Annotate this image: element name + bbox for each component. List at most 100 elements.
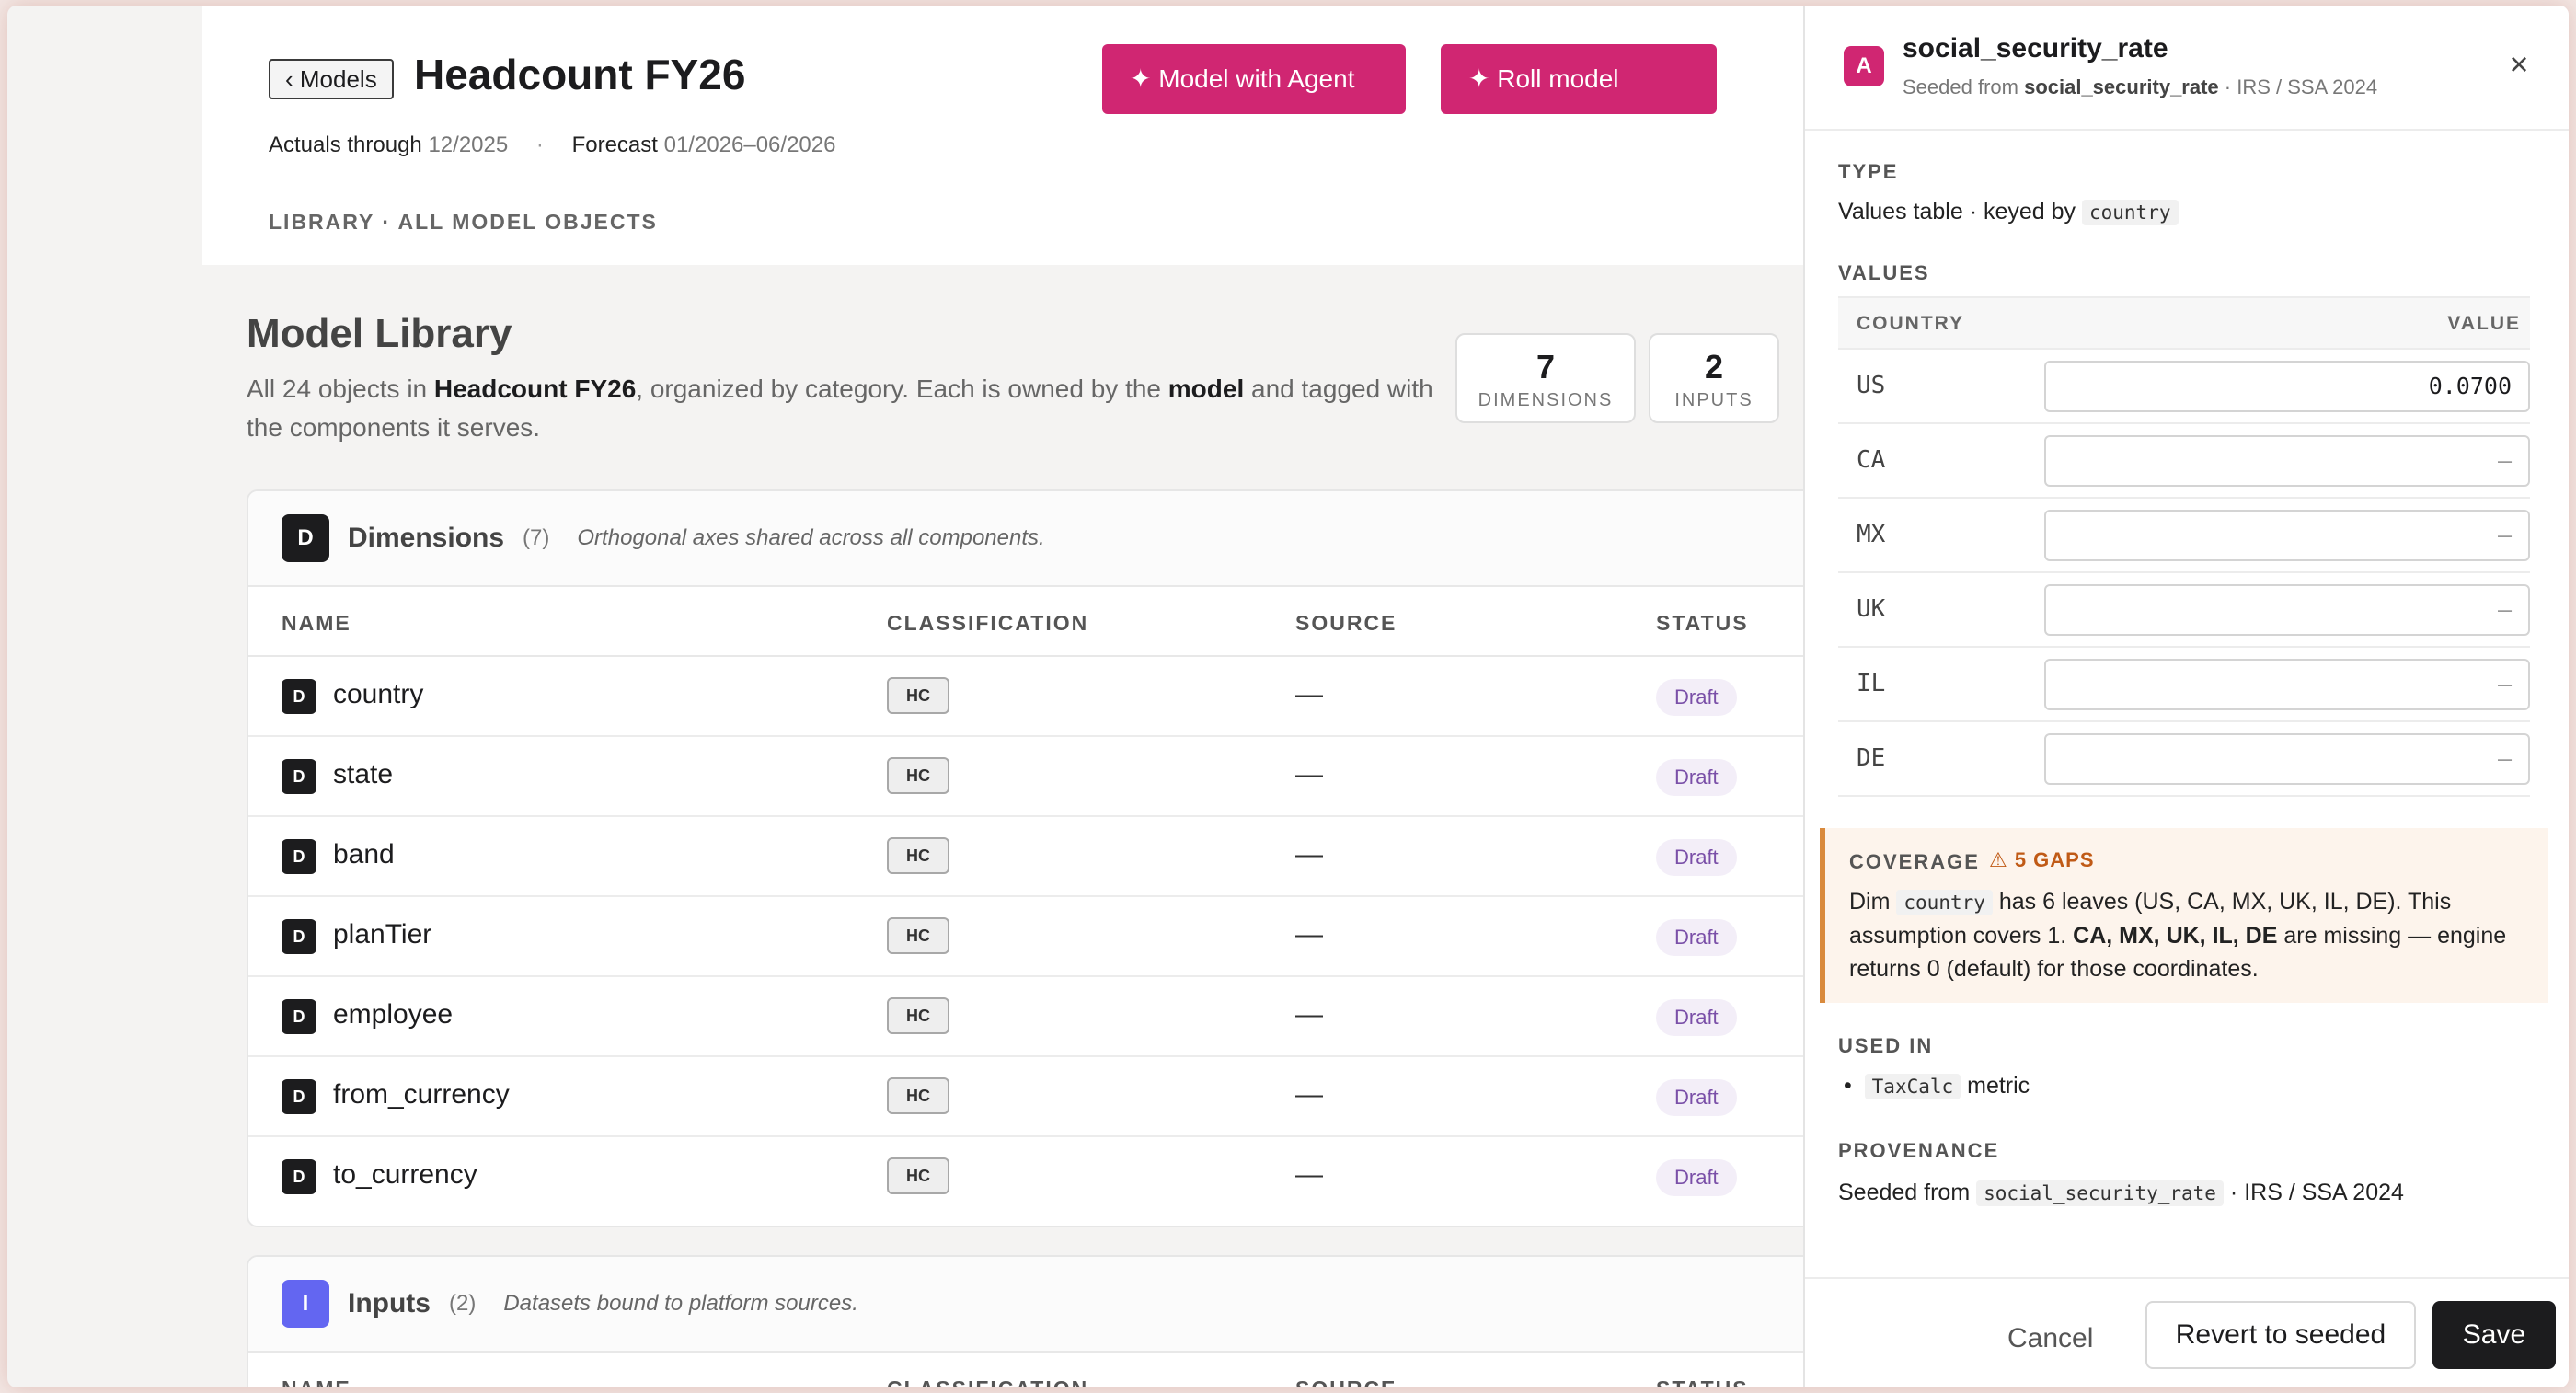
classification-tag: HC <box>887 1157 949 1194</box>
provenance-text: Seeded from social_security_rate · IRS /… <box>1838 1180 2404 1206</box>
dimension-icon: D <box>282 759 316 794</box>
source-value: — <box>1295 1079 1323 1110</box>
col-source[interactable]: SOURCE <box>1295 611 1397 636</box>
source-value: — <box>1295 999 1323 1030</box>
back-to-models-button[interactable]: ‹ Models <box>269 59 394 99</box>
provenance-label: PROVENANCE <box>1838 1139 2000 1162</box>
library-description: All 24 objects in Headcount FY26, organi… <box>247 374 1433 442</box>
table-row[interactable]: Demployee HC — Draft <box>248 977 1901 1057</box>
values-row: DE — <box>1838 722 2530 797</box>
inputs-section: I Inputs (2) Datasets bound to platform … <box>247 1255 1903 1387</box>
stat-dimensions[interactable]: 7 DIMENSIONS <box>1455 333 1636 423</box>
classification-tag: HC <box>887 997 949 1034</box>
library-title: Model Library <box>247 311 512 356</box>
value-input[interactable]: — <box>2044 584 2530 636</box>
dimension-badge-icon: D <box>282 514 329 562</box>
actuals-label: Actuals through <box>269 132 422 157</box>
section-note: Datasets bound to platform sources. <box>503 1291 858 1316</box>
dimension-name[interactable]: band <box>333 839 395 870</box>
col-name[interactable]: NAME <box>282 1376 351 1387</box>
table-row[interactable]: Dcountry HC — Draft <box>248 657 1901 737</box>
dimension-icon: D <box>282 1159 316 1194</box>
dimension-name[interactable]: state <box>333 759 393 790</box>
col-status[interactable]: STATUS <box>1656 611 1749 636</box>
source-value: — <box>1295 759 1323 789</box>
stat-number: 7 <box>1535 348 1556 386</box>
table-row[interactable]: Dto_currency HC — Draft <box>248 1137 1901 1217</box>
model-meta: Actuals through 12/2025 · Forecast 01/20… <box>269 132 835 158</box>
dimension-name[interactable]: country <box>333 679 423 710</box>
page-title: Headcount FY26 <box>414 51 746 98</box>
classification-tag: HC <box>887 1077 949 1114</box>
dimension-name[interactable]: to_currency <box>333 1159 477 1191</box>
dimension-icon: D <box>282 999 316 1034</box>
dimension-name[interactable]: employee <box>333 999 453 1030</box>
table-row[interactable]: Dband HC — Draft <box>248 817 1901 897</box>
value-input[interactable]: — <box>2044 510 2530 561</box>
values-row: US 0.0700 <box>1838 350 2530 424</box>
table-header: NAME CLASSIFICATION SOURCE STATUS <box>248 587 1901 657</box>
col-classification[interactable]: CLASSIFICATION <box>887 611 1088 636</box>
classification-tag: HC <box>887 837 949 874</box>
breadcrumb[interactable]: LIBRARY · ALL MODEL OBJECTS <box>269 210 658 235</box>
country-key: CA <box>1857 446 1886 474</box>
dimension-name[interactable]: from_currency <box>333 1079 510 1111</box>
cancel-button[interactable]: Cancel <box>2007 1305 2093 1373</box>
coverage-callout: COVERAGE ⚠ 5 GAPS Dim country has 6 leav… <box>1820 828 2548 1003</box>
close-icon[interactable]: × <box>2501 46 2537 83</box>
dimension-rows: Dcountry HC — Draft Dstate HC — Draft Dband HC — Dr… <box>248 657 1901 1217</box>
classification-tag: HC <box>887 677 949 714</box>
status-badge: Draft <box>1656 919 1737 956</box>
dimension-icon: D <box>282 839 316 874</box>
stat-label: INPUTS <box>1674 390 1754 410</box>
dimension-icon: D <box>282 1079 316 1114</box>
value-input[interactable]: 0.0700 <box>2044 361 2530 412</box>
model-with-agent-button[interactable]: ✦ Model with Agent <box>1102 44 1406 114</box>
col-name[interactable]: NAME <box>282 611 351 636</box>
forecast-value: 01/2026–06/2026 <box>663 132 836 157</box>
table-row[interactable]: Dstate HC — Draft <box>248 737 1901 817</box>
input-badge-icon: I <box>282 1280 329 1328</box>
col-classification[interactable]: CLASSIFICATION <box>887 1376 1088 1387</box>
status-badge: Draft <box>1656 999 1737 1036</box>
stat-number: 2 <box>1704 348 1724 386</box>
values-row: MX — <box>1838 499 2530 573</box>
coverage-gaps-warning: ⚠ 5 GAPS <box>1989 848 2095 871</box>
col-value: VALUE <box>2447 313 2521 334</box>
dimension-name[interactable]: planTier <box>333 919 431 950</box>
values-row: CA — <box>1838 424 2530 499</box>
col-source[interactable]: SOURCE <box>1295 1376 1397 1387</box>
table-row[interactable]: Dfrom_currency HC — Draft <box>248 1057 1901 1137</box>
section-count: (7) <box>523 525 550 550</box>
section-count: (2) <box>449 1291 477 1316</box>
source-value: — <box>1295 919 1323 950</box>
revert-to-seeded-button[interactable]: Revert to seeded <box>2145 1301 2416 1369</box>
source-value: — <box>1295 839 1323 869</box>
type-text: Values table · keyed by country <box>1838 199 2179 225</box>
value-input[interactable]: — <box>2044 659 2530 710</box>
dimension-icon: D <box>282 679 316 714</box>
status-badge: Draft <box>1656 679 1737 716</box>
stat-inputs[interactable]: 2 INPUTS <box>1649 333 1779 423</box>
section-note: Orthogonal axes shared across all compon… <box>577 525 1045 550</box>
type-key: country <box>2081 200 2179 225</box>
table-header: NAME CLASSIFICATION SOURCE STATUS <box>248 1353 1901 1387</box>
roll-model-button[interactable]: ✦ Roll model <box>1441 44 1717 114</box>
forecast-label: Forecast <box>571 132 658 157</box>
value-input[interactable]: — <box>2044 733 2530 785</box>
values-table-header: COUNTRY VALUE <box>1838 298 2530 350</box>
coverage-text: Dim country has 6 leaves (US, CA, MX, UK… <box>1849 889 2507 982</box>
save-button[interactable]: Save <box>2432 1301 2556 1369</box>
table-row[interactable]: DplanTier HC — Draft <box>248 897 1901 977</box>
value-input[interactable]: — <box>2044 435 2530 487</box>
section-header: I Inputs (2) Datasets bound to platform … <box>248 1257 1901 1353</box>
country-key: IL <box>1857 670 1886 697</box>
used-in-item[interactable]: • TaxCalc metric <box>1844 1073 2030 1099</box>
status-badge: Draft <box>1656 759 1737 796</box>
used-in-label: USED IN <box>1838 1034 1934 1057</box>
col-status[interactable]: STATUS <box>1656 1376 1749 1387</box>
status-badge: Draft <box>1656 1079 1737 1116</box>
classification-tag: HC <box>887 917 949 954</box>
country-key: DE <box>1857 744 1886 772</box>
country-key: US <box>1857 372 1886 399</box>
